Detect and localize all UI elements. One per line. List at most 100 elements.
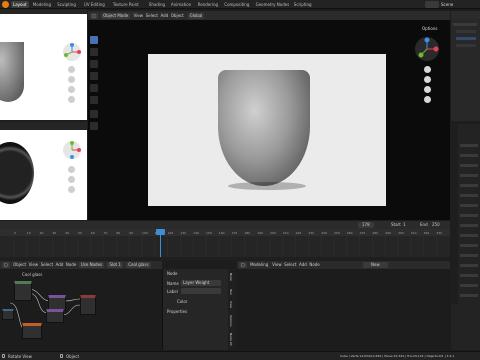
camera-icon[interactable] [68,86,75,93]
timeline-area[interactable]: 0102030405060708090100110120130140150160… [0,229,450,257]
current-frame-field[interactable]: 178 [358,222,374,228]
pan-icon-2[interactable] [68,176,75,183]
outliner-row-camera[interactable] [456,30,476,33]
bottom-right-menu-add[interactable]: Add [299,262,307,267]
workspace-tab-animation[interactable]: Animation [169,1,193,8]
workspace-tab-compositing[interactable]: Compositing [222,1,251,8]
workspace-tab-shading[interactable]: Shading [147,1,167,8]
bottom-right-canvas[interactable] [237,269,450,350]
camera-icon-2[interactable] [68,186,75,193]
bottom-right-menu-select[interactable]: Select [284,262,296,267]
bottom-right-editor-type[interactable]: ▢ [239,262,247,268]
transform-tool-icon[interactable] [90,96,98,104]
prop-row-12[interactable] [460,254,478,257]
grid-main-icon[interactable] [424,96,431,103]
prop-row-16[interactable] [460,294,478,297]
use-nodes-toggle[interactable]: Use Nodes [78,262,105,268]
tab-node[interactable]: Node [229,273,233,281]
node-output[interactable] [80,295,96,315]
prop-row-5[interactable] [460,184,478,187]
tab-tool[interactable]: Tool [229,289,233,295]
viewport-menu-select[interactable]: Select [146,13,158,18]
left-top-viewport[interactable] [0,14,87,120]
node-texture[interactable] [22,323,42,339]
tab-options[interactable]: Options [229,315,233,327]
prop-row-8[interactable] [460,214,478,217]
workspace-tab-texture-paint[interactable]: Texture Paint [111,1,141,8]
outliner-row-light[interactable] [456,44,476,47]
zoom-icon-2[interactable] [68,166,75,173]
bottom-right-menu-view[interactable]: View [272,262,282,267]
workspace-tab-sculpting[interactable]: Sculpting [55,1,78,8]
name-field[interactable]: Layer Weight [181,280,221,286]
workspace-tab-modeling[interactable]: Modeling [31,1,53,8]
slot-selector[interactable]: Slot 1 [107,262,123,268]
annotate-tool-icon[interactable] [90,110,98,118]
navigation-gizmo-2[interactable] [62,140,82,160]
prop-row-2[interactable] [460,154,478,157]
material-selector[interactable]: Cool glass [126,262,151,268]
prop-row-15[interactable] [460,284,478,287]
prop-row-1[interactable] [460,144,478,147]
prop-row-14[interactable] [460,274,478,277]
prop-row-13[interactable] [460,264,478,267]
rotate-tool-icon[interactable] [90,72,98,80]
move-tool-icon[interactable] [90,60,98,68]
viewport-menu-view[interactable]: View [134,13,144,18]
label-field[interactable] [181,288,221,294]
outliner[interactable] [451,11,480,121]
workspace-tab-layout[interactable]: Layout [11,1,29,8]
start-frame-value[interactable]: 1 [403,221,406,229]
blender-logo-icon[interactable] [2,1,9,8]
properties-section[interactable]: Properties [167,309,187,314]
prop-row-9[interactable] [460,224,478,227]
mode-selector[interactable]: Object Mode [101,13,131,19]
shader-menu-node[interactable]: Node [66,262,76,267]
pan-icon[interactable] [68,76,75,83]
prop-row-3[interactable] [460,164,478,167]
zoom-icon[interactable] [68,66,75,73]
timeline-scrollbar[interactable] [0,257,450,260]
node-layer-weight[interactable] [14,281,32,301]
prop-row-6[interactable] [460,194,478,197]
shader-editor-type-button[interactable]: ▢ [2,262,10,268]
measure-tool-icon[interactable] [90,122,98,130]
workspace-tab-rendering[interactable]: Rendering [196,1,220,8]
outliner-row-cube[interactable] [456,37,476,40]
grid-icon[interactable] [68,96,75,103]
cursor-tool-icon[interactable] [90,48,98,56]
new-button[interactable]: New [363,262,388,268]
navigation-gizmo[interactable] [62,42,82,62]
bottom-right-mode[interactable]: Modeling [250,262,268,267]
shader-menu-view[interactable]: View [29,262,39,267]
viewport-menu-object[interactable]: Object [171,13,184,18]
shader-menu-add[interactable]: Add [56,262,64,267]
workspace-tab-geometry-nodes[interactable]: Geometry Nodes [254,1,292,8]
select-box-tool-icon[interactable] [90,36,98,44]
camera-main-icon[interactable] [424,86,431,93]
node-small[interactable] [2,309,14,320]
transform-orientation[interactable]: Global [187,13,205,19]
shader-object-selector[interactable]: Object [13,262,26,267]
node-mix[interactable] [46,309,64,323]
node-canvas[interactable]: Cool glass [0,269,162,350]
main-viewport[interactable]: Options [88,20,450,220]
zoom-main-icon[interactable] [424,66,431,73]
tab-node-wrangler[interactable]: Node Wr [229,333,233,346]
left-bottom-viewport[interactable] [0,130,87,220]
prop-row-11[interactable] [460,244,478,247]
options-button[interactable]: Options [422,26,437,31]
bottom-right-menu-node[interactable]: Node [309,262,319,267]
workspace-tab-scripting[interactable]: Scripting [292,1,314,8]
properties-editor[interactable] [451,124,480,350]
prop-row-10[interactable] [460,234,478,237]
scale-tool-icon[interactable] [90,84,98,92]
sidepanel-section-node[interactable]: Node [167,271,177,276]
tab-view[interactable]: View [229,301,233,308]
color-toggle[interactable]: Color [177,299,187,304]
prop-row-4[interactable] [460,174,478,177]
viewport-menu-add[interactable]: Add [160,13,168,18]
shader-menu-select[interactable]: Select [41,262,53,267]
navigation-gizmo-main[interactable] [414,36,440,62]
scene-selector[interactable] [425,1,439,8]
